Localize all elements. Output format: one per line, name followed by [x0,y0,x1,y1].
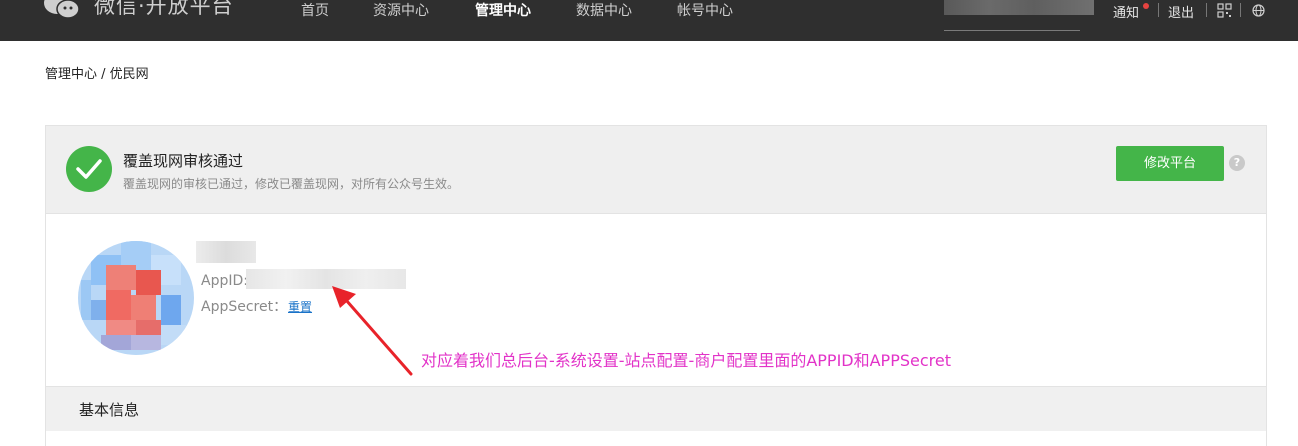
nav-item-home[interactable]: 首页 [301,0,329,22]
nav-item-management[interactable]: 管理中心 [475,0,531,22]
breadcrumb: 管理中心 / 优民网 [45,67,149,82]
reset-secret-link[interactable]: 重置 [288,298,312,315]
qrcode-icon[interactable] [1217,3,1232,18]
modify-platform-button[interactable]: 修改平台 [1116,146,1224,181]
globe-icon[interactable] [1251,3,1266,18]
notice-link[interactable]: 通知 [1113,2,1139,21]
notice-badge-dot [1143,3,1149,9]
nav-item-account[interactable]: 帐号中心 [677,0,733,22]
user-underline [944,30,1080,31]
status-header: 覆盖现网审核通过 覆盖现网的审核已通过，修改已覆盖现网，对所有公众号生效。 修改… [46,126,1266,214]
nav-item-data[interactable]: 数据中心 [576,0,632,22]
help-icon[interactable]: ? [1229,155,1245,171]
status-description: 覆盖现网的审核已通过，修改已覆盖现网，对所有公众号生效。 [123,177,460,191]
platform-panel: 覆盖现网审核通过 覆盖现网的审核已通过，修改已覆盖现网，对所有公众号生效。 修改… [45,125,1267,446]
nav-item-resources[interactable]: 资源中心 [373,0,429,22]
avatar-pixelated [78,241,194,355]
top-navigation-bar: 微信·开放平台 首页 资源中心 管理中心 数据中心 帐号中心 通知 退出 [0,0,1298,41]
status-title: 覆盖现网审核通过 [123,152,244,170]
separator [1158,3,1159,17]
appsecret-label: AppSecret： [201,299,288,315]
separator [1240,3,1241,17]
wechat-icon [44,0,80,19]
wechat-logo[interactable]: 微信·开放平台 [44,0,234,22]
user-name-blurred[interactable] [944,0,1094,15]
logout-link[interactable]: 退出 [1168,2,1194,21]
section-header: 基本信息 [46,386,1266,431]
annotation-text: 对应着我们总后台-系统设置-站点配置-商户配置里面的APPID和APPSecre… [421,351,951,370]
appid-label: AppID: [201,273,248,289]
check-circle-icon [66,146,112,192]
separator [1206,3,1207,17]
logo-text: 微信·开放平台 [94,0,234,18]
annotation-arrow [332,286,413,376]
section-title-basic-info: 基本信息 [79,401,140,419]
account-name-blurred [196,241,256,263]
